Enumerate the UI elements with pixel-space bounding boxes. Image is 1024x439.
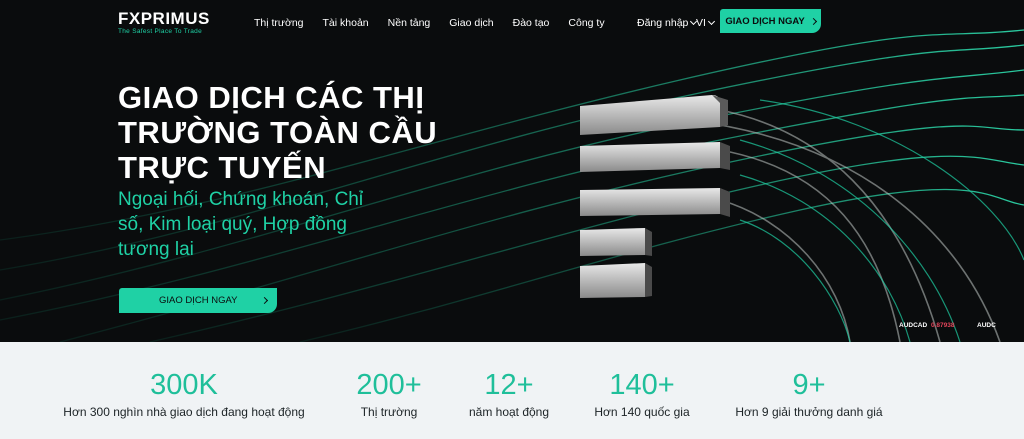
nav-item-trading[interactable]: Giao dịch <box>449 17 493 29</box>
chevron-right-icon <box>260 296 269 305</box>
hero-headline: GIAO DỊCH CÁC THỊ TRƯỜNG TOÀN CẦU TRỰC T… <box>118 80 438 185</box>
stat-years: 12+ năm hoạt động <box>460 368 558 419</box>
fxprimus-logo[interactable]: FXPRIMUS The Safest Place To Trade <box>118 10 210 35</box>
stat-label: Hơn 140 quốc gia <box>594 405 690 419</box>
stat-value: 300K <box>150 369 218 401</box>
stat-value: 12+ <box>484 369 534 401</box>
chevron-right-icon <box>809 17 817 25</box>
hero-section: FXPRIMUS The Safest Place To Trade Thị t… <box>0 0 1024 342</box>
nav-item-education[interactable]: Đào tạo <box>513 17 550 29</box>
stat-label: Thị trường <box>360 405 418 419</box>
stat-markets: 200+ Thị trường <box>339 368 439 419</box>
stat-value: 9+ <box>792 369 826 401</box>
language-label: VI <box>696 17 706 29</box>
stats-section: 300K Hơn 300 nghìn nhà giao dịch đang ho… <box>0 342 1024 439</box>
stat-label: năm hoạt động <box>468 405 550 419</box>
nav-item-markets[interactable]: Thị trường <box>254 17 304 29</box>
login-dropdown[interactable]: Đăng nhập <box>637 17 698 29</box>
stat-traders: 300K Hơn 300 nghìn nhà giao dịch đang ho… <box>55 368 313 419</box>
ticker-value: 0.87938 <box>930 322 955 329</box>
price-ticker-next: AUDC <box>977 322 996 329</box>
nav-item-accounts[interactable]: Tài khoản <box>323 17 369 29</box>
trade-now-header-label: GIAO DỊCH NGAY <box>725 15 805 27</box>
stat-value: 140+ <box>609 369 675 401</box>
language-selector[interactable]: VI <box>696 17 715 29</box>
stat-awards: 9+ Hơn 9 giải thưởng danh giá <box>725 368 893 419</box>
stacked-bars-graphic <box>580 95 730 298</box>
chevron-down-icon <box>707 17 715 26</box>
nav-item-platforms[interactable]: Nền tảng <box>388 17 431 29</box>
stat-countries: 140+ Hơn 140 quốc gia <box>583 368 701 419</box>
stat-label: Hơn 300 nghìn nhà giao dịch đang hoạt độ… <box>63 405 305 419</box>
hero-subheadline: Ngoại hối, Chứng khoán, Chỉ số, Kim loại… <box>118 189 364 260</box>
top-navigation: FXPRIMUS The Safest Place To Trade Thị t… <box>0 0 1024 44</box>
logo-text: FXPRIMUS <box>118 9 210 28</box>
price-ticker: AUDCAD 0.87938 <box>899 322 954 329</box>
stat-label: Hơn 9 giải thưởng danh giá <box>735 405 883 419</box>
ticker-next-symbol: AUDC <box>977 322 996 329</box>
stat-value: 200+ <box>356 369 422 401</box>
main-menu: Thị trường Tài khoản Nền tảng Giao dịch … <box>254 17 624 29</box>
logo-tagline: The Safest Place To Trade <box>118 28 202 35</box>
login-label: Đăng nhập <box>637 17 689 29</box>
nav-item-company[interactable]: Công ty <box>568 17 604 29</box>
ticker-symbol: AUDCAD <box>899 322 928 329</box>
trade-now-header-button[interactable]: GIAO DỊCH NGAY <box>720 9 821 33</box>
trade-now-hero-label: GIAO DỊCH NGAY <box>159 295 238 306</box>
trade-now-hero-button[interactable]: GIAO DỊCH NGAY <box>119 288 277 313</box>
